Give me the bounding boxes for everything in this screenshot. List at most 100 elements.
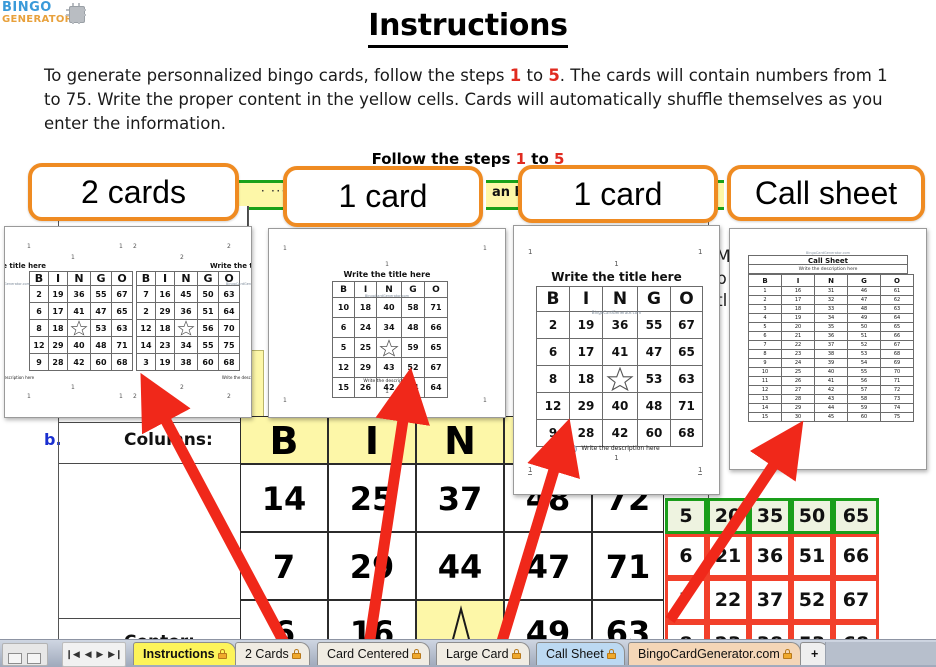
pv4-r7c2: 38 bbox=[814, 349, 848, 359]
callout-two-cards-label: 2 cards bbox=[81, 173, 186, 210]
pv4-r4c3: 50 bbox=[847, 322, 881, 332]
table-row: 12 27 42 57 72 bbox=[748, 385, 914, 395]
table-row: 5 20 35 50 65 bbox=[748, 322, 914, 332]
preview-call-sheet[interactable]: BingoCardGenerator.com Call Sheet Write … bbox=[729, 228, 927, 470]
preview-large-card[interactable]: 1 1 1 1 1 1 Write the title here B I N G… bbox=[513, 225, 720, 495]
tab-card-centered-label: Card Centered bbox=[327, 647, 409, 661]
callout-one-card-large[interactable]: 1 card bbox=[518, 165, 718, 223]
pv4-r3c1: 19 bbox=[781, 313, 815, 323]
pv4-r11c2: 42 bbox=[814, 385, 848, 395]
pv3-r0c3: 55 bbox=[637, 311, 671, 339]
pv4-r10c3: 56 bbox=[847, 376, 881, 386]
tab-instructions[interactable]: Instructions bbox=[133, 642, 236, 665]
biggrid-cell-r2c2: 29 bbox=[328, 532, 416, 600]
preview-card-centered[interactable]: 1 1 1 1 1 1 Write the title here B I N G… bbox=[268, 228, 506, 418]
pv4-r3c4: 64 bbox=[880, 313, 914, 323]
pv1r-r0c4: 63 bbox=[218, 285, 240, 303]
tab-card-centered[interactable]: Card Centered bbox=[317, 642, 430, 665]
pv3-r3c3: 48 bbox=[637, 392, 671, 420]
pv2-page-mark-top: 1 bbox=[385, 261, 389, 268]
pv4-r12c3: 58 bbox=[847, 394, 881, 404]
callout-one-card-centered[interactable]: 1 card bbox=[283, 166, 483, 227]
pv4-r5c3: 51 bbox=[847, 331, 881, 341]
sheet-navigation-buttons[interactable]: ❙◀ ◀ ▶ ▶❙ bbox=[62, 642, 126, 667]
view-mode-buttons[interactable] bbox=[2, 643, 48, 666]
rgrid-red-r1c3: 36 bbox=[749, 534, 791, 578]
pv2-r3c3: 52 bbox=[401, 357, 425, 378]
callout-two-cards[interactable]: 2 cards bbox=[28, 163, 239, 221]
pv3-r1c0: 6 bbox=[536, 338, 570, 366]
pv1r-r4c4: 68 bbox=[218, 353, 240, 371]
pv1r-r1c1: 29 bbox=[155, 302, 175, 320]
next-sheet-icon[interactable]: ▶ bbox=[96, 650, 103, 659]
pv4-h3: G bbox=[847, 274, 881, 287]
pv4-r9c0: 10 bbox=[748, 367, 782, 377]
callout-call-sheet[interactable]: Call sheet bbox=[727, 165, 925, 221]
first-sheet-icon[interactable]: ❙◀ bbox=[65, 650, 79, 659]
tab-large-card[interactable]: Large Card bbox=[436, 642, 530, 665]
pv4-r13c3: 59 bbox=[847, 403, 881, 413]
pv4-r0c0: 1 bbox=[748, 286, 782, 296]
pv1r-r3c0: 14 bbox=[136, 336, 156, 354]
tab-bingocardgenerator[interactable]: BingoCardGenerator.com bbox=[628, 642, 801, 665]
table-row: 13 28 43 58 73 bbox=[748, 394, 914, 404]
pv4-r14c3: 60 bbox=[847, 412, 881, 422]
table-row: 7 16 45 50 63 bbox=[136, 285, 240, 303]
tab-call-sheet[interactable]: Call Sheet bbox=[536, 642, 625, 665]
spreadsheet-window: BINGO GENERATOR Instructions To generate… bbox=[0, 0, 936, 667]
pv4-r5c4: 66 bbox=[880, 331, 914, 341]
lock-icon bbox=[606, 649, 616, 659]
pv1l-r4c2: 42 bbox=[67, 353, 91, 371]
pv2-r0c3: 58 bbox=[401, 297, 425, 318]
rgrid-red-r2c3: 37 bbox=[749, 578, 791, 622]
rgrid-red-r2c5: 67 bbox=[833, 578, 879, 622]
pv4-h1: I bbox=[781, 274, 815, 287]
pv3-r1c2: 41 bbox=[602, 338, 638, 366]
selection-handle[interactable] bbox=[569, 445, 577, 453]
pv4-r14c2: 45 bbox=[814, 412, 848, 422]
tab-instructions-label: Instructions bbox=[143, 647, 215, 661]
pv4-r7c0: 8 bbox=[748, 349, 782, 359]
pv1r-r1c4: 64 bbox=[218, 302, 240, 320]
pv4-r8c3: 54 bbox=[847, 358, 881, 368]
pv2-url: BingoCardGenerator.com bbox=[364, 294, 410, 298]
rgrid-red-r1c2: 21 bbox=[707, 534, 749, 578]
pv4-r12c2: 43 bbox=[814, 394, 848, 404]
tab-2-cards[interactable]: 2 Cards bbox=[235, 642, 310, 665]
pv1r-r4c0: 3 bbox=[136, 353, 156, 371]
pv4-r1c2: 32 bbox=[814, 295, 848, 305]
table-row: 2 19 36 55 67 bbox=[29, 285, 133, 303]
pv1-page-mark-1b: 1 bbox=[71, 384, 75, 391]
preview-two-cards[interactable]: 1 1 2 2 1 1 2 2 1 2 1 2 Write the title … bbox=[4, 226, 252, 418]
pv3-desc: Write the description here bbox=[581, 445, 660, 452]
pv2-r1c2: 34 bbox=[376, 317, 402, 338]
pv1l-r2c3: 53 bbox=[90, 319, 112, 337]
pv3-h0: B bbox=[536, 286, 570, 312]
pv3-page-mark-bottom: 1 bbox=[614, 454, 619, 462]
pv4-r1c0: 2 bbox=[748, 295, 782, 305]
pv2-corner-br: 1 bbox=[483, 397, 487, 404]
pv1l-r0c3: 55 bbox=[90, 285, 112, 303]
pv3-page-mark-top: 1 bbox=[614, 260, 619, 268]
pv3-r2c3: 53 bbox=[637, 365, 671, 393]
follow-step-1: 1 bbox=[515, 150, 527, 168]
pv4-r11c4: 72 bbox=[880, 385, 914, 395]
pv1r-r4c2: 38 bbox=[174, 353, 198, 371]
table-row: 6 17 41 47 65 bbox=[536, 338, 703, 366]
table-row: 11 26 41 56 71 bbox=[748, 376, 914, 386]
pv1-page-mark-1: 1 bbox=[71, 254, 75, 261]
pv3-r4c4: 68 bbox=[670, 419, 703, 447]
last-sheet-icon[interactable]: ▶❙ bbox=[108, 650, 122, 659]
pv3-r4c3: 60 bbox=[637, 419, 671, 447]
pv4-r10c1: 26 bbox=[781, 376, 815, 386]
pv4-r7c3: 53 bbox=[847, 349, 881, 359]
pv2-title: Write the title here bbox=[343, 270, 431, 279]
pv2-r3c0: 12 bbox=[332, 357, 355, 378]
pv4-r12c1: 28 bbox=[781, 394, 815, 404]
pv3-r4c0: 9 bbox=[536, 419, 570, 447]
table-row: 9 28 42 60 68 bbox=[29, 353, 133, 371]
prev-sheet-icon[interactable]: ◀ bbox=[85, 650, 92, 659]
pv4-r5c1: 21 bbox=[781, 331, 815, 341]
pv4-r9c1: 25 bbox=[781, 367, 815, 377]
pv4-r14c0: 15 bbox=[748, 412, 782, 422]
